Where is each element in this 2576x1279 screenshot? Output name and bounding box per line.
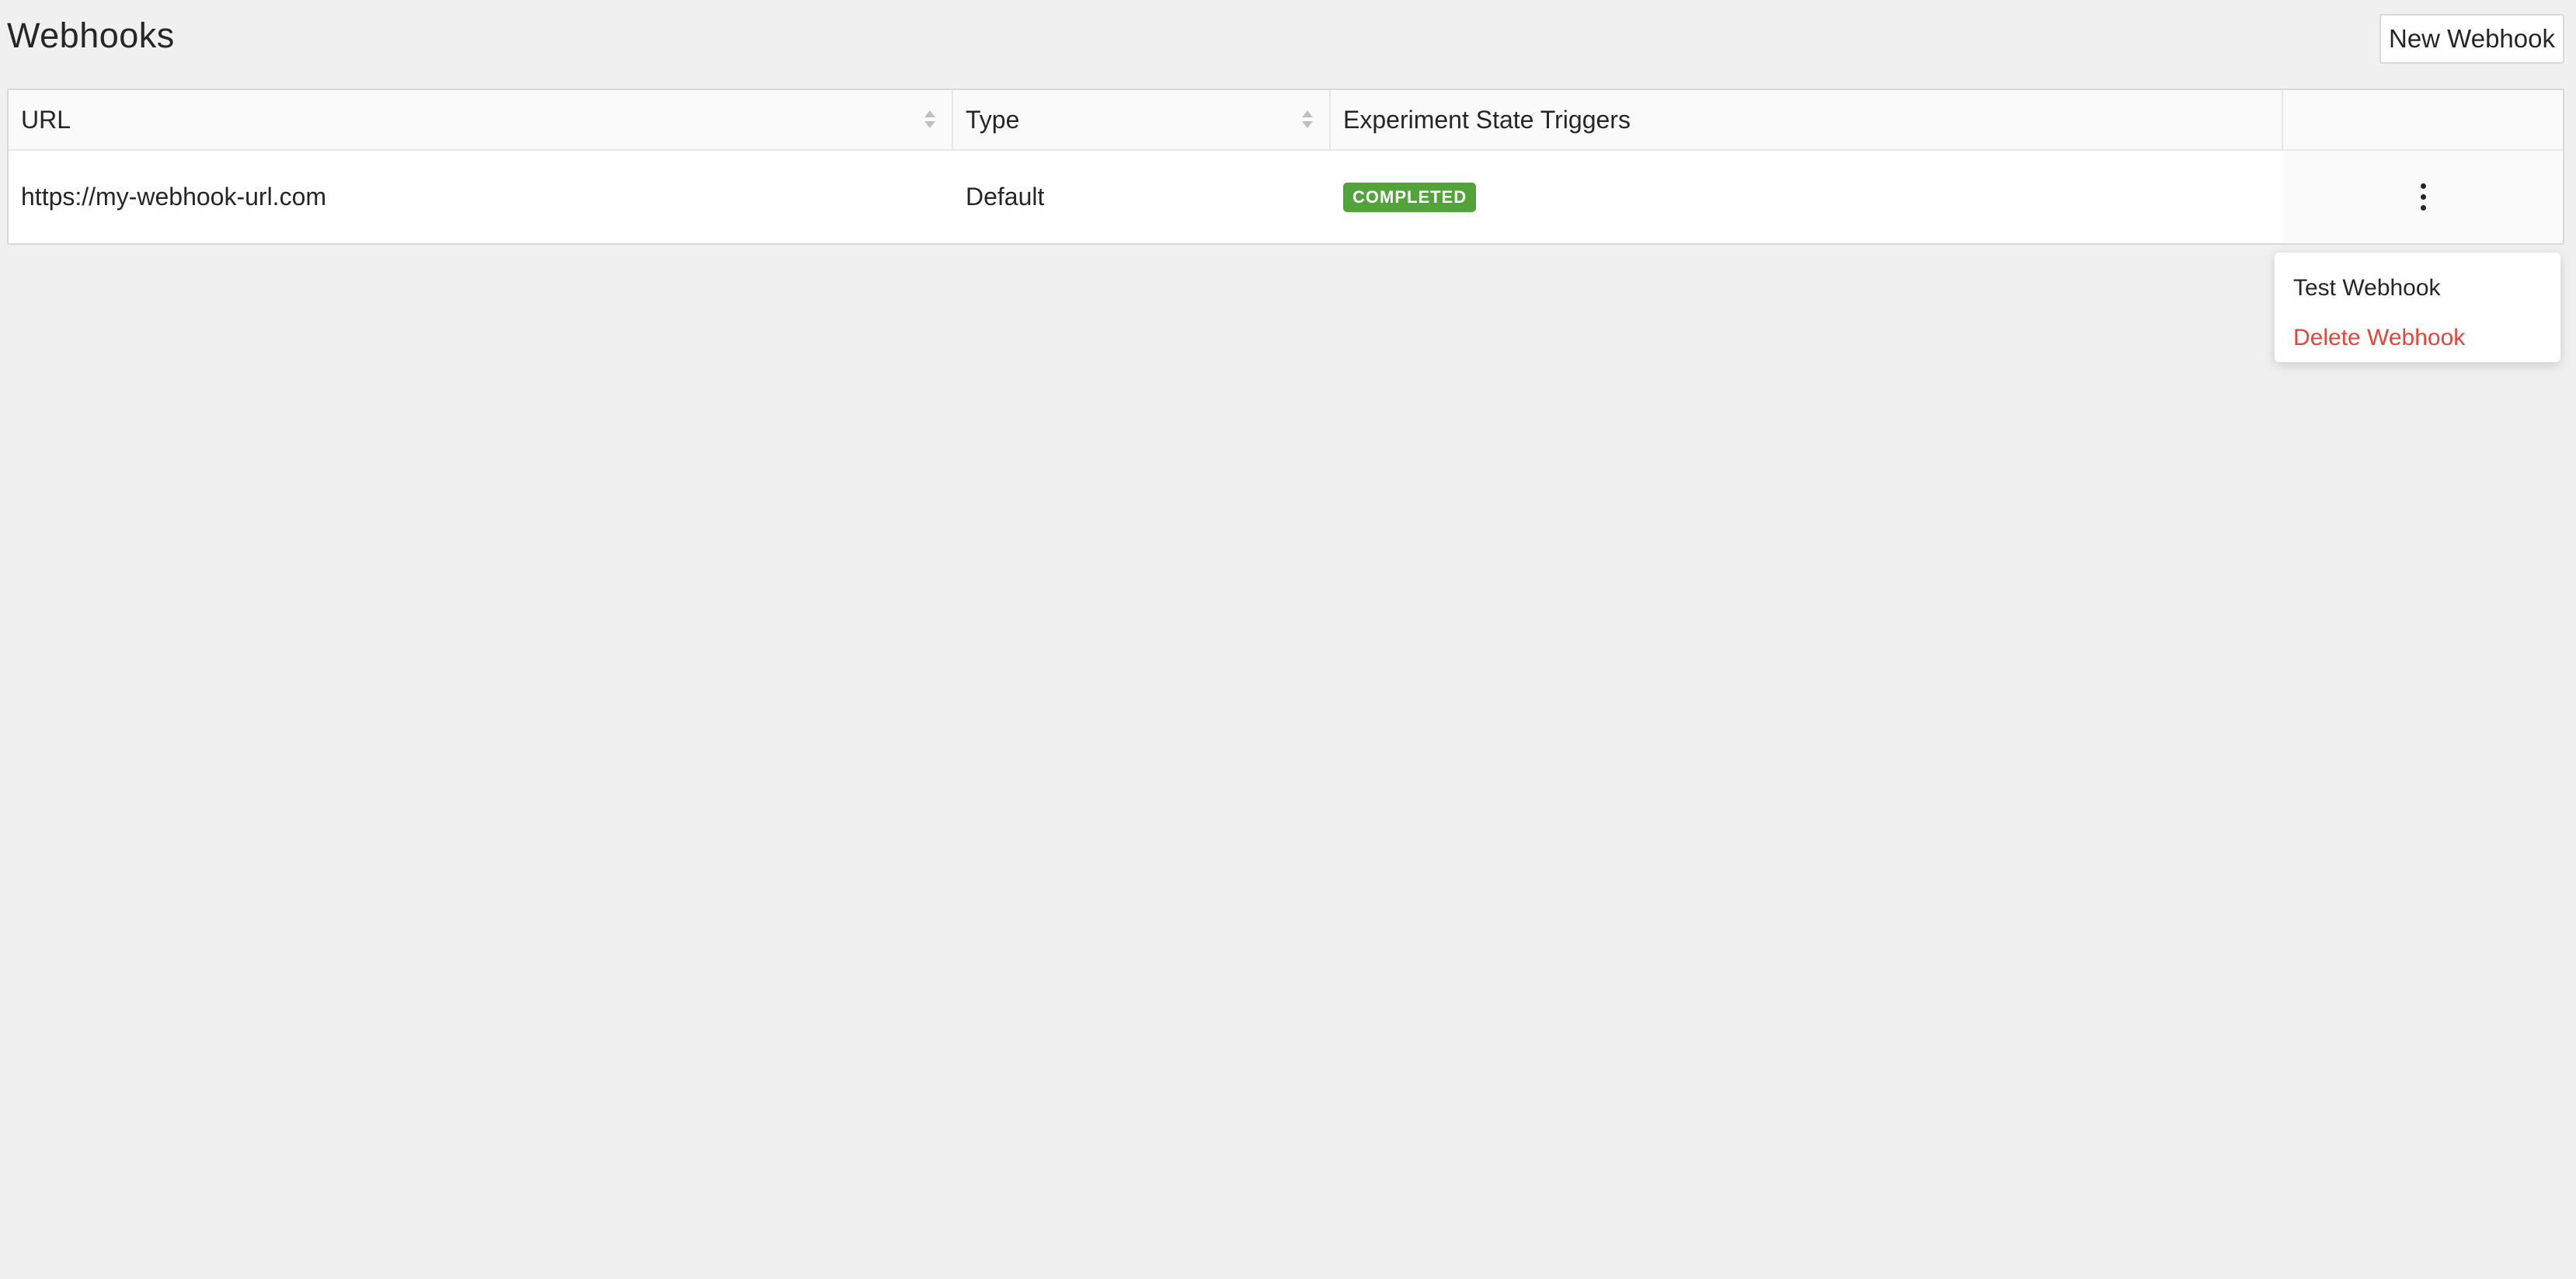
cell-triggers: COMPLETED xyxy=(1331,151,2283,243)
column-header-type[interactable]: Type xyxy=(953,90,1331,149)
cell-actions xyxy=(2283,151,2563,243)
column-header-actions xyxy=(2283,90,2563,149)
column-header-label: Experiment State Triggers xyxy=(1343,105,1631,134)
cell-url: https://my-webhook-url.com xyxy=(21,183,327,211)
status-badge: COMPLETED xyxy=(1343,182,1477,212)
table-row: https://my-webhook-url.com Default COMPL… xyxy=(9,151,2563,243)
table-header: URL Type Experiment State Triggers xyxy=(9,90,2563,151)
cell-type: Default xyxy=(966,183,1045,211)
menu-item-test-webhook[interactable]: Test Webhook xyxy=(2275,263,2560,313)
webhooks-table: URL Type Experiment State Triggers https… xyxy=(7,89,2564,245)
column-header-label: Type xyxy=(966,105,1020,134)
menu-item-delete-webhook[interactable]: Delete Webhook xyxy=(2275,313,2560,363)
page-title: Webhooks xyxy=(7,16,175,55)
column-header-url[interactable]: URL xyxy=(9,90,953,149)
more-vertical-icon[interactable] xyxy=(2407,174,2438,221)
new-webhook-button[interactable]: New Webhook xyxy=(2379,14,2564,64)
row-actions-menu: Test Webhook Delete Webhook xyxy=(2275,253,2560,362)
column-header-triggers: Experiment State Triggers xyxy=(1331,90,2283,149)
column-header-label: URL xyxy=(21,105,71,134)
sort-icon[interactable] xyxy=(924,110,936,131)
sort-icon[interactable] xyxy=(1301,110,1314,131)
